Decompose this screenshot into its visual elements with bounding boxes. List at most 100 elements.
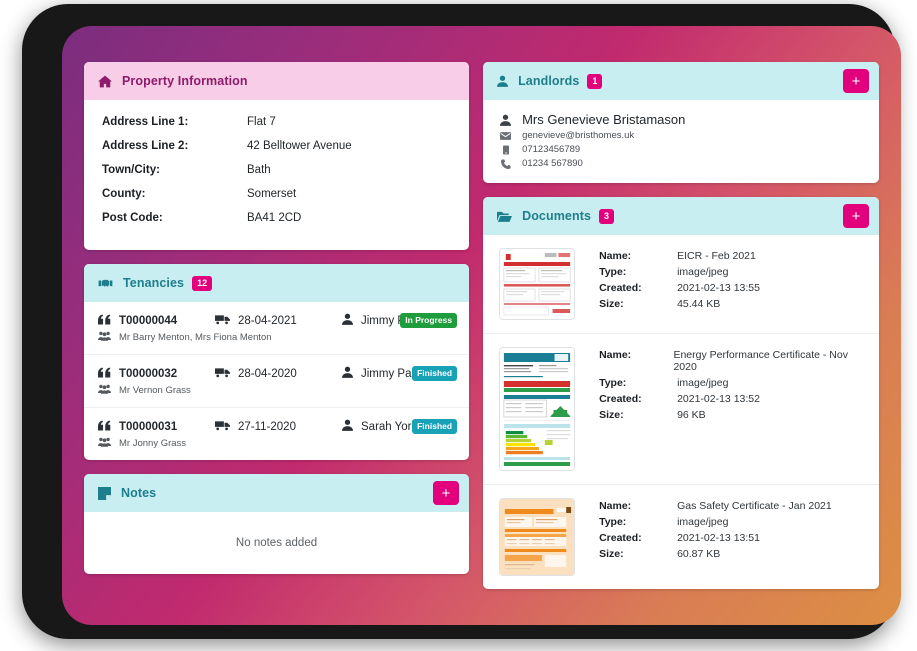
right-column: Landlords 1 + Mrs Genevieve Bristamason	[483, 62, 879, 603]
table-row[interactable]: T00000032 28-04-2020 Jimmy Parsons Mr Ve…	[84, 355, 470, 408]
tenancy-secondary-line: Mr Barry Menton, Mrs Fiona Menton	[98, 331, 455, 344]
landlord-phone: 01234 567890	[522, 158, 583, 169]
add-document-button[interactable]: +	[843, 204, 869, 228]
envelope-icon	[499, 131, 512, 140]
property-row-town-city: Town/City: Bath	[102, 164, 451, 176]
landlord-email-row: genevieve@bristhomes.uk	[499, 130, 865, 141]
user-icon	[342, 419, 353, 434]
document-size-row: Size: 60.87 KB	[599, 548, 832, 560]
tablet-screen: Property Information Address Line 1: Fla…	[62, 26, 901, 625]
landlord-name-row: Mrs Genevieve Bristamason	[499, 112, 865, 127]
status-badge: Finished	[412, 419, 458, 435]
landlord-mobile: 07123456789	[522, 144, 581, 155]
document-size-label: Size:	[599, 298, 624, 310]
users-icon	[98, 384, 111, 397]
quote-icon	[98, 313, 111, 328]
document-type-row: Type: image/jpeg	[599, 266, 760, 278]
property-value: BA41 2CD	[247, 212, 302, 224]
document-created-value: 2021-02-13 13:51	[677, 532, 760, 544]
table-row[interactable]: T00000044 28-04-2021 Jimmy Mr Barry Ment…	[84, 302, 470, 355]
add-landlord-button[interactable]: +	[843, 69, 869, 93]
tenancies-card: Tenancies 12 T00000044 28-04-2021 Jimmy …	[84, 264, 470, 460]
landlords-header: Landlords 1 +	[483, 62, 879, 100]
telephone-icon	[499, 158, 512, 169]
landlord-email: genevieve@bristhomes.uk	[522, 130, 635, 141]
document-created-label: Created:	[599, 282, 642, 294]
document-details: Name: EICR - Feb 2021 Type: image/jpeg C…	[599, 248, 760, 320]
document-size-label: Size:	[599, 409, 624, 421]
tablet-device-frame: Property Information Address Line 1: Fla…	[22, 4, 901, 639]
landlords-count-badge: 1	[587, 73, 603, 89]
document-name-label: Name:	[599, 250, 632, 262]
table-row[interactable]: T00000031 27-11-2020 Sarah York Mr Jonny…	[84, 408, 469, 460]
property-value: Flat 7	[247, 116, 276, 128]
tenancy-primary-line: T00000032 28-04-2020 Jimmy Parsons	[98, 366, 455, 381]
list-item[interactable]: Name: Gas Safety Certificate - Jan 2021 …	[483, 485, 879, 589]
landlord-entry[interactable]: Mrs Genevieve Bristamason genevieve@bris…	[483, 100, 879, 183]
tenancy-primary-line: T00000031 27-11-2020 Sarah York	[98, 419, 455, 434]
documents-title: Documents	[522, 209, 592, 223]
list-item[interactable]: Name: EICR - Feb 2021 Type: image/jpeg C…	[483, 235, 879, 334]
truck-icon	[215, 420, 230, 434]
truck-icon	[215, 314, 230, 328]
folder-open-icon	[497, 210, 513, 222]
quote-icon	[98, 419, 111, 434]
epc-certificate-thumbnail[interactable]	[499, 347, 576, 471]
documents-card: Documents 3 + Name: EICR - Feb 2021 Type…	[483, 197, 879, 589]
notes-empty-state: No notes added	[235, 537, 318, 549]
notes-header: Notes +	[84, 474, 470, 512]
tenancy-secondary-line: Mr Jonny Grass	[98, 437, 455, 450]
add-note-button[interactable]: +	[433, 481, 460, 505]
home-icon	[98, 75, 112, 88]
tenancy-reference: T00000044	[119, 314, 178, 327]
tenancies-title: Tenancies	[123, 276, 185, 290]
landlord-name: Mrs Genevieve Bristamason	[522, 112, 686, 127]
property-value: Somerset	[247, 188, 297, 200]
document-type-label: Type:	[599, 516, 627, 528]
tenancy-reference: T00000032	[119, 367, 178, 380]
users-icon	[98, 331, 111, 344]
tenancy-agent: Sarah York	[361, 420, 418, 433]
property-value: 42 Belltower Avenue	[247, 140, 352, 152]
property-label: County:	[102, 188, 146, 200]
document-name-row: Name: Energy Performance Certificate - N…	[599, 349, 865, 373]
document-name-value: Energy Performance Certificate - Nov 202…	[673, 349, 848, 373]
property-row-county: County: Somerset	[102, 188, 451, 200]
quote-icon	[98, 366, 111, 381]
document-name-label: Name:	[599, 349, 632, 361]
property-information-header: Property Information	[84, 62, 470, 100]
document-size-row: Size: 45.44 KB	[599, 298, 760, 310]
document-size-label: Size:	[599, 548, 624, 560]
document-created-label: Created:	[599, 393, 642, 405]
documents-count-badge: 3	[599, 208, 615, 224]
property-row-post-code: Post Code: BA41 2CD	[102, 212, 451, 224]
document-name-value: Gas Safety Certificate - Jan 2021	[677, 500, 832, 512]
property-information-title: Property Information	[122, 74, 248, 88]
tenancy-secondary-line: Mr Vernon Grass	[98, 384, 455, 397]
document-created-value: 2021-02-13 13:52	[677, 393, 760, 405]
handshake-icon	[98, 277, 113, 289]
document-size-value: 96 KB	[677, 409, 706, 421]
document-type-row: Type: image/jpeg	[599, 516, 832, 528]
eicr-certificate-thumbnail[interactable]	[499, 248, 576, 320]
property-row-address2: Address Line 2: 42 Belltower Avenue	[102, 140, 451, 152]
landlords-card: Landlords 1 + Mrs Genevieve Bristamason	[483, 62, 879, 183]
status-badge: In Progress	[400, 313, 458, 329]
document-type-value: image/jpeg	[677, 516, 729, 528]
property-row-address1: Address Line 1: Flat 7	[102, 116, 451, 128]
truck-icon	[215, 367, 230, 381]
property-label: Town/City:	[102, 164, 160, 176]
document-type-value: image/jpeg	[677, 377, 729, 389]
user-icon	[499, 114, 512, 126]
list-item[interactable]: Name: Energy Performance Certificate - N…	[483, 334, 879, 485]
document-created-row: Created: 2021-02-13 13:55	[599, 282, 760, 294]
gas-safety-certificate-thumbnail[interactable]	[499, 498, 576, 576]
document-details: Name: Gas Safety Certificate - Jan 2021 …	[599, 498, 832, 576]
property-information-card: Property Information Address Line 1: Fla…	[84, 62, 470, 250]
document-name-label: Name:	[599, 500, 632, 512]
users-icon	[98, 437, 111, 450]
document-created-row: Created: 2021-02-13 13:51	[599, 532, 832, 544]
document-created-row: Created: 2021-02-13 13:52	[599, 393, 865, 405]
property-value: Bath	[247, 164, 271, 176]
document-size-value: 45.44 KB	[677, 298, 721, 310]
